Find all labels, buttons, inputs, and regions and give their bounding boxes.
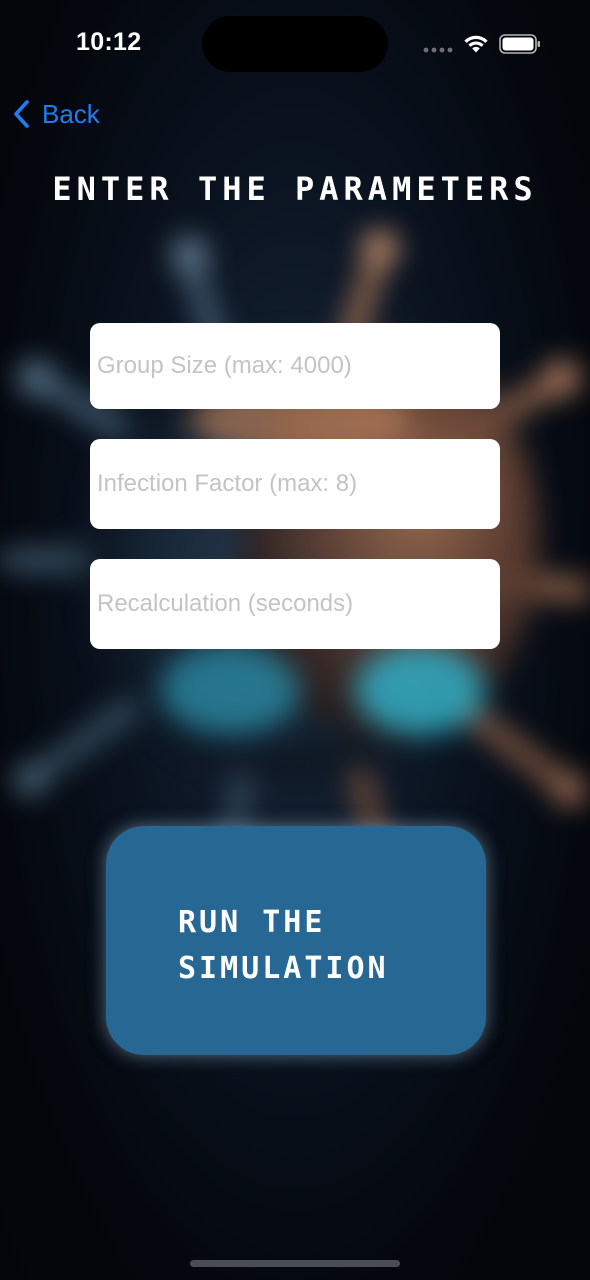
recalculation-input[interactable] [90,559,500,649]
status-bar: 10:12 [0,0,590,90]
parameters-screen: 10:12 Back ENTER THE PARAMETERS Group Si… [0,0,590,1280]
run-simulation-label: RUN THE SIMULATION [178,905,389,986]
run-simulation-button[interactable]: RUN THE SIMULATION [106,826,486,1055]
group-size-input[interactable] [90,323,500,409]
page-title: ENTER THE PARAMETERS [52,170,538,208]
dynamic-island [202,16,388,72]
signal-dots-icon [423,47,453,53]
chevron-left-icon [14,100,29,128]
battery-icon [499,34,540,54]
back-button[interactable]: Back [12,96,100,132]
home-indicator[interactable] [190,1260,400,1267]
wifi-icon [464,35,488,53]
infection-factor-input[interactable] [90,439,500,529]
status-time: 10:12 [76,28,142,56]
back-label: Back [42,98,100,129]
